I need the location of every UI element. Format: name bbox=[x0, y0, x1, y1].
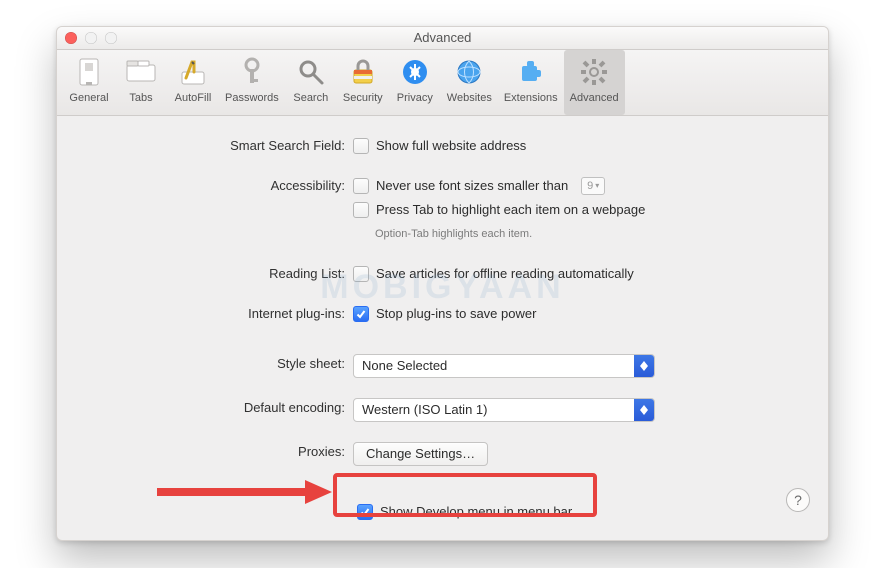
tab-label: Privacy bbox=[397, 90, 433, 105]
checkbox-label: Save articles for offline reading automa… bbox=[376, 264, 634, 284]
proxies-label: Proxies: bbox=[77, 442, 353, 462]
tab-label: Search bbox=[293, 90, 328, 105]
preferences-window: Advanced General Tabs AutoFill bbox=[56, 26, 829, 541]
autofill-icon bbox=[177, 56, 209, 88]
tab-label: General bbox=[69, 90, 108, 105]
tab-tabs[interactable]: Tabs bbox=[115, 50, 167, 115]
privacy-icon bbox=[399, 56, 431, 88]
checkbox-label: Show full website address bbox=[376, 136, 526, 156]
checkbox-box bbox=[353, 178, 369, 194]
tab-label: AutoFill bbox=[175, 90, 212, 105]
search-icon bbox=[295, 56, 327, 88]
tab-advanced[interactable]: Advanced bbox=[564, 50, 625, 115]
annotation-highlight bbox=[333, 473, 597, 517]
press-tab-checkbox[interactable]: Press Tab to highlight each item on a we… bbox=[353, 200, 645, 220]
preferences-toolbar: General Tabs AutoFill Passwords bbox=[57, 50, 828, 116]
tab-label: Passwords bbox=[225, 90, 279, 105]
smart-search-label: Smart Search Field: bbox=[77, 136, 353, 156]
accessibility-label: Accessibility: bbox=[77, 176, 353, 196]
tab-general[interactable]: General bbox=[63, 50, 115, 115]
save-offline-checkbox[interactable]: Save articles for offline reading automa… bbox=[353, 264, 634, 284]
default-encoding-label: Default encoding: bbox=[77, 398, 353, 418]
tab-privacy[interactable]: Privacy bbox=[389, 50, 441, 115]
help-icon: ? bbox=[794, 492, 802, 508]
advanced-panel: MOBIGYAAN Smart Search Field: Show full … bbox=[57, 116, 828, 528]
window-title: Advanced bbox=[57, 27, 828, 49]
tab-label: Extensions bbox=[504, 90, 558, 105]
tab-label: Advanced bbox=[570, 90, 619, 105]
titlebar: Advanced bbox=[57, 27, 828, 50]
stepper-arrows-icon: ▾ bbox=[595, 176, 599, 196]
checkbox-box bbox=[353, 306, 369, 322]
show-full-address-checkbox[interactable]: Show full website address bbox=[353, 136, 526, 156]
tabs-icon bbox=[125, 56, 157, 88]
button-label: Change Settings… bbox=[366, 444, 475, 464]
select-value: Western (ISO Latin 1) bbox=[354, 400, 634, 420]
checkbox-box bbox=[353, 266, 369, 282]
tab-security[interactable]: Security bbox=[337, 50, 389, 115]
advanced-icon bbox=[578, 56, 610, 88]
checkbox-box bbox=[353, 138, 369, 154]
tab-search[interactable]: Search bbox=[285, 50, 337, 115]
reading-list-label: Reading List: bbox=[77, 264, 353, 284]
tab-websites[interactable]: Websites bbox=[441, 50, 498, 115]
general-icon bbox=[73, 56, 105, 88]
checkbox-label: Never use font sizes smaller than bbox=[376, 176, 568, 196]
checkbox-label: Press Tab to highlight each item on a we… bbox=[376, 200, 645, 220]
style-sheet-select[interactable]: None Selected bbox=[353, 354, 655, 378]
select-value: None Selected bbox=[354, 356, 634, 376]
change-settings-button[interactable]: Change Settings… bbox=[353, 442, 488, 466]
tab-label: Tabs bbox=[129, 90, 152, 105]
style-sheet-label: Style sheet: bbox=[77, 354, 353, 374]
websites-icon bbox=[453, 56, 485, 88]
plugins-label: Internet plug-ins: bbox=[77, 304, 353, 324]
font-size-value: 9 bbox=[587, 176, 593, 196]
checkbox-box bbox=[353, 202, 369, 218]
extensions-icon bbox=[515, 56, 547, 88]
tab-label: Websites bbox=[447, 90, 492, 105]
tab-autofill[interactable]: AutoFill bbox=[167, 50, 219, 115]
never-smaller-checkbox[interactable]: Never use font sizes smaller than bbox=[353, 176, 568, 196]
help-button[interactable]: ? bbox=[786, 488, 810, 512]
font-size-stepper[interactable]: 9 ▾ bbox=[581, 177, 605, 195]
stop-plugins-checkbox[interactable]: Stop plug-ins to save power bbox=[353, 304, 536, 324]
select-arrows-icon bbox=[634, 399, 654, 421]
tab-label: Security bbox=[343, 90, 383, 105]
accessibility-hint: Option-Tab highlights each item. bbox=[375, 224, 532, 244]
select-arrows-icon bbox=[634, 355, 654, 377]
tab-passwords[interactable]: Passwords bbox=[219, 50, 285, 115]
checkbox-label: Stop plug-ins to save power bbox=[376, 304, 536, 324]
security-icon bbox=[347, 56, 379, 88]
default-encoding-select[interactable]: Western (ISO Latin 1) bbox=[353, 398, 655, 422]
tab-extensions[interactable]: Extensions bbox=[498, 50, 564, 115]
passwords-icon bbox=[236, 56, 268, 88]
annotation-arrow-icon bbox=[157, 480, 332, 504]
